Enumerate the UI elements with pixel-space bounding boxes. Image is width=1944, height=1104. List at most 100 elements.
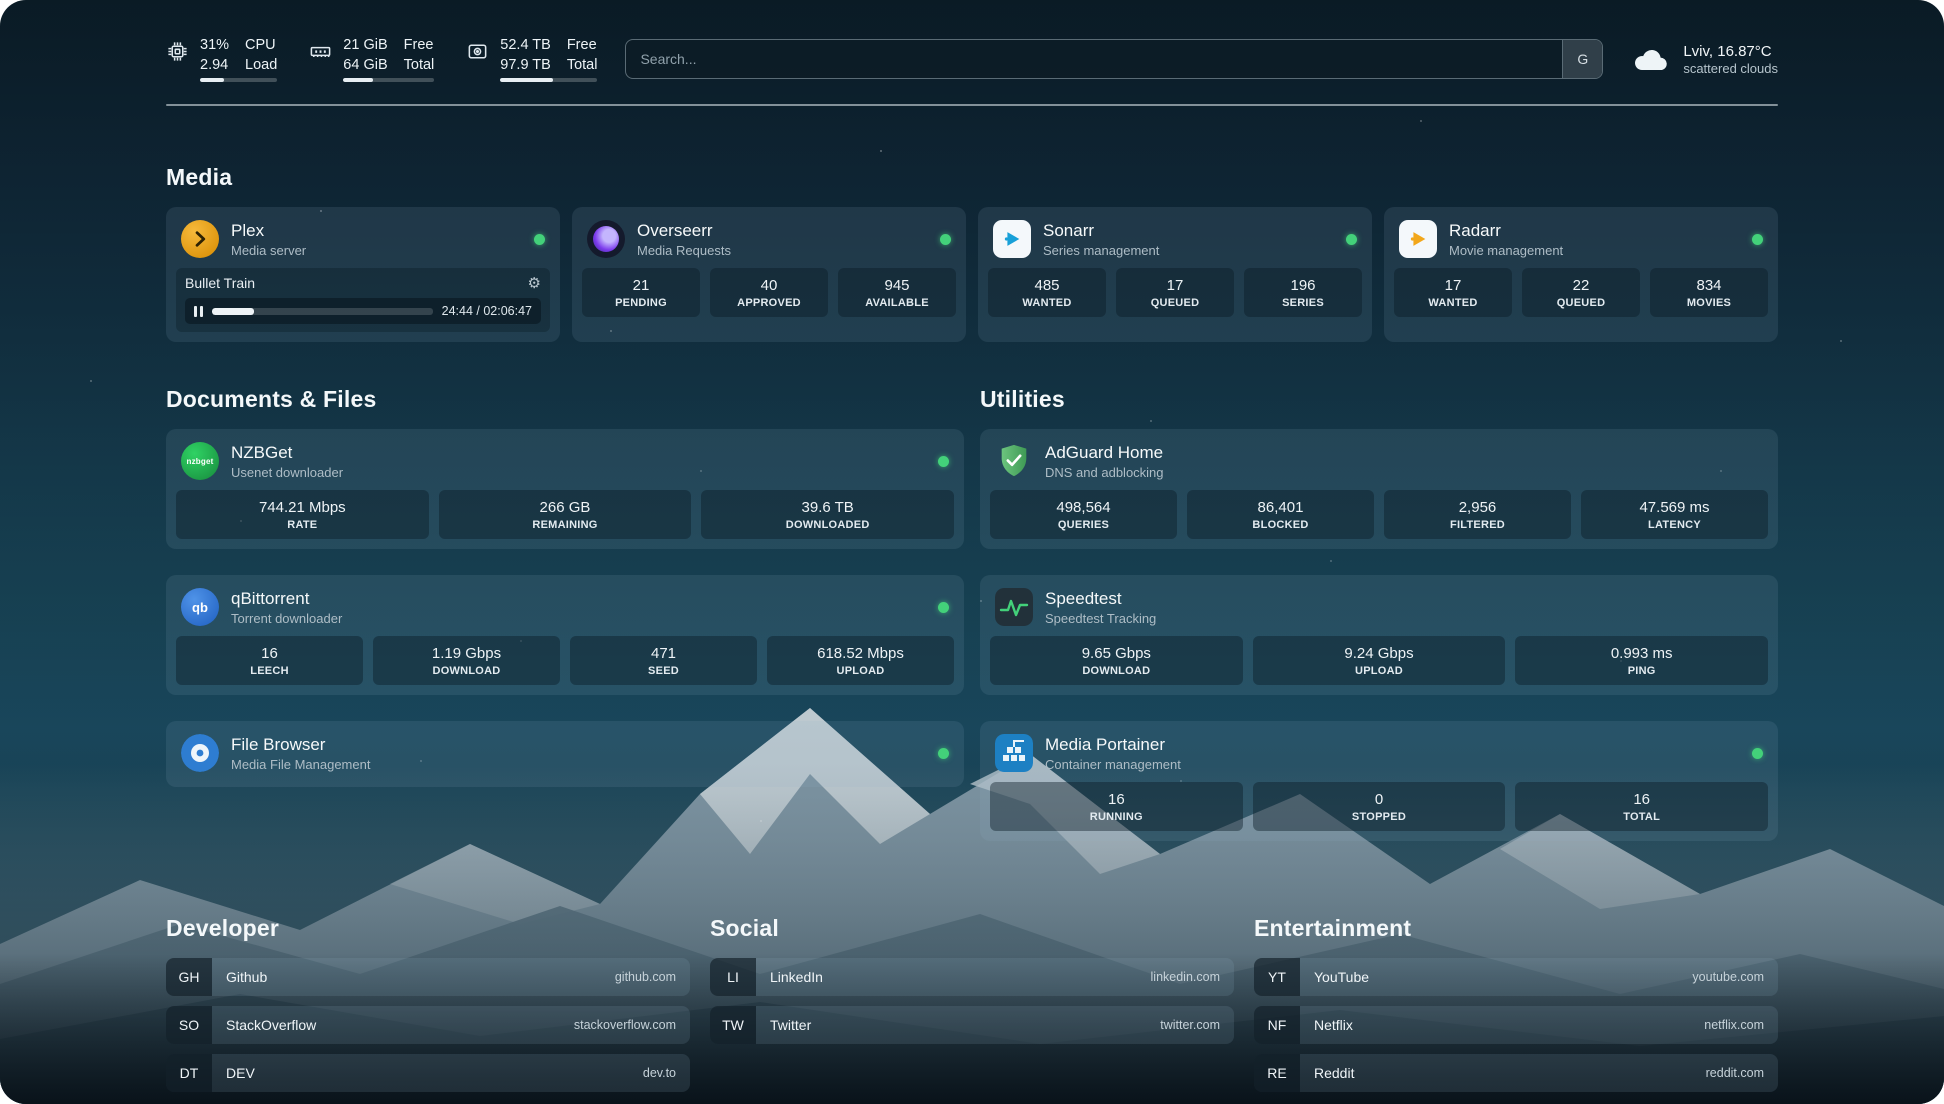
service-name: qBittorrent xyxy=(231,589,342,609)
service-card-overseerr[interactable]: Overseerr Media Requests 21 PENDING 40 A… xyxy=(572,207,966,342)
stat-queries: 498,564 QUERIES xyxy=(990,490,1177,539)
resource-widgets: 31% CPU 2.94 Load xyxy=(166,36,597,82)
bookmark-linkedin[interactable]: LI LinkedIn linkedin.com xyxy=(710,958,1234,996)
memory-free-label: Free xyxy=(404,36,435,55)
stat-wanted: 17 WANTED xyxy=(1394,268,1512,317)
stat-leech: 16 LEECH xyxy=(176,636,363,685)
gear-icon[interactable]: ⚙ xyxy=(528,276,541,291)
bookmark-abbr: LI xyxy=(710,958,756,996)
stat-approved: 40 APPROVED xyxy=(710,268,828,317)
status-dot xyxy=(1752,748,1763,759)
service-card-speedtest[interactable]: Speedtest Speedtest Tracking 9.65 Gbps D… xyxy=(980,575,1778,695)
stat-downloaded: 39.6 TB DOWNLOADED xyxy=(701,490,954,539)
bookmark-url: netflix.com xyxy=(1704,1018,1764,1032)
service-description: Speedtest Tracking xyxy=(1045,611,1156,626)
service-card-portainer[interactable]: Media Portainer Container management 16 … xyxy=(980,721,1778,841)
stat-queued: 17 QUEUED xyxy=(1116,268,1234,317)
weather-widget: Lviv, 16.87°C scattered clouds xyxy=(1631,43,1778,76)
status-dot xyxy=(1752,234,1763,245)
bookmark-url: stackoverflow.com xyxy=(574,1018,676,1032)
stat-running: 16 RUNNING xyxy=(990,782,1243,831)
disk-widget: 52.4 TB Free 97.9 TB Total xyxy=(466,36,597,82)
memory-total-value: 64 GiB xyxy=(343,56,387,75)
service-card-nzbget[interactable]: nzbget NZBGet Usenet downloader 744.21 M… xyxy=(166,429,964,549)
service-card-filebrowser[interactable]: File Browser Media File Management xyxy=(166,721,964,787)
bookmark-dev[interactable]: DT DEV dev.to xyxy=(166,1054,690,1092)
memory-free-value: 21 GiB xyxy=(343,36,387,55)
bookmark-twitter[interactable]: TW Twitter twitter.com xyxy=(710,1006,1234,1044)
disk-total-value: 97.9 TB xyxy=(500,56,551,75)
section-media: Media Plex Media server xyxy=(166,164,1778,342)
bookmark-url: dev.to xyxy=(643,1066,676,1080)
section-title-documents: Documents & Files xyxy=(166,386,964,413)
bookmark-url: twitter.com xyxy=(1160,1018,1220,1032)
header-divider xyxy=(166,104,1778,106)
bookmark-name: Github xyxy=(226,969,267,985)
sonarr-icon xyxy=(993,220,1031,258)
service-description: Media File Management xyxy=(231,757,370,772)
bookmark-stackoverflow[interactable]: SO StackOverflow stackoverflow.com xyxy=(166,1006,690,1044)
qbittorrent-icon: qb xyxy=(181,588,219,626)
service-name: Radarr xyxy=(1449,221,1563,241)
search-input[interactable] xyxy=(625,39,1603,79)
cpu-load-label: Load xyxy=(245,56,277,75)
stat-filtered: 2,956 FILTERED xyxy=(1384,490,1571,539)
bookmark-reddit[interactable]: RE Reddit reddit.com xyxy=(1254,1054,1778,1092)
section-documents: Documents & Files nzbget NZBGet Usenet d… xyxy=(166,386,964,787)
plex-icon xyxy=(181,220,219,258)
service-name: Media Portainer xyxy=(1045,735,1181,755)
service-card-sonarr[interactable]: Sonarr Series management 485 WANTED 17 Q… xyxy=(978,207,1372,342)
service-card-radarr[interactable]: Radarr Movie management 17 WANTED 22 QUE… xyxy=(1384,207,1778,342)
memory-widget: 21 GiB Free 64 GiB Total xyxy=(309,36,434,82)
bookmark-abbr: GH xyxy=(166,958,212,996)
disk-free-value: 52.4 TB xyxy=(500,36,551,55)
section-title-media: Media xyxy=(166,164,1778,191)
bookmark-group-social: Social LI LinkedIn linkedin.com TW Twitt… xyxy=(710,915,1234,1092)
service-name: Sonarr xyxy=(1043,221,1159,241)
cpu-widget: 31% CPU 2.94 Load xyxy=(166,36,277,82)
status-dot xyxy=(534,234,545,245)
weather-location: Lviv, 16.87°C xyxy=(1683,43,1778,60)
section-title-developer: Developer xyxy=(166,915,690,942)
status-dot xyxy=(938,602,949,613)
cloud-icon xyxy=(1631,45,1671,73)
stat-wanted: 485 WANTED xyxy=(988,268,1106,317)
cpu-load-value: 2.94 xyxy=(200,56,229,75)
bookmark-name: Twitter xyxy=(770,1017,811,1033)
service-description: Usenet downloader xyxy=(231,465,343,480)
portainer-icon xyxy=(995,734,1033,772)
section-title-utilities: Utilities xyxy=(980,386,1778,413)
bookmark-name: Reddit xyxy=(1314,1065,1354,1081)
pause-button[interactable] xyxy=(194,306,203,317)
nzbget-icon: nzbget xyxy=(181,442,219,480)
bookmark-abbr: DT xyxy=(166,1054,212,1092)
service-description: DNS and adblocking xyxy=(1045,465,1164,480)
playback-progress-bar[interactable] xyxy=(212,308,433,315)
service-card-plex[interactable]: Plex Media server Bullet Train ⚙ xyxy=(166,207,560,342)
service-card-adguard[interactable]: AdGuard Home DNS and adblocking 498,564 … xyxy=(980,429,1778,549)
search-provider-button[interactable]: G xyxy=(1562,40,1602,78)
stat-download: 1.19 Gbps DOWNLOAD xyxy=(373,636,560,685)
bookmark-abbr: RE xyxy=(1254,1054,1300,1092)
memory-stick-icon xyxy=(309,40,332,63)
overseerr-icon xyxy=(587,220,625,258)
service-card-qbittorrent[interactable]: qb qBittorrent Torrent downloader 16 xyxy=(166,575,964,695)
status-dot xyxy=(938,456,949,467)
service-name: NZBGet xyxy=(231,443,343,463)
service-description: Container management xyxy=(1045,757,1181,772)
memory-progress-bar xyxy=(343,78,434,82)
bookmark-github[interactable]: GH Github github.com xyxy=(166,958,690,996)
bookmark-netflix[interactable]: NF Netflix netflix.com xyxy=(1254,1006,1778,1044)
service-name: File Browser xyxy=(231,735,370,755)
section-utilities: Utilities xyxy=(980,386,1778,841)
memory-total-label: Total xyxy=(404,56,435,75)
bookmark-abbr: TW xyxy=(710,1006,756,1044)
status-dot xyxy=(938,748,949,759)
bookmark-abbr: YT xyxy=(1254,958,1300,996)
bookmark-name: Netflix xyxy=(1314,1017,1353,1033)
service-description: Movie management xyxy=(1449,243,1563,258)
stat-ping: 0.993 ms PING xyxy=(1515,636,1768,685)
bookmark-youtube[interactable]: YT YouTube youtube.com xyxy=(1254,958,1778,996)
bookmark-name: LinkedIn xyxy=(770,969,823,985)
bookmark-url: linkedin.com xyxy=(1151,970,1220,984)
